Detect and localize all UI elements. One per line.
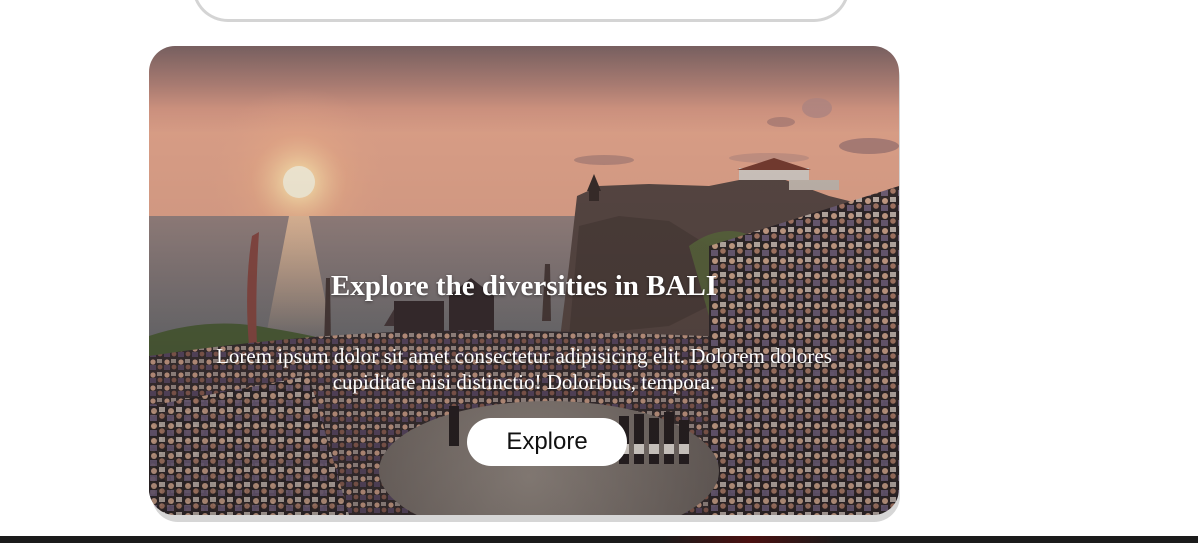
previous-card [192,0,850,22]
bottom-bar [0,536,1198,543]
page: Explore the diversities in BALI Lorem ip… [0,0,1198,543]
explore-button[interactable]: Explore [467,418,627,466]
hero-card: Explore the diversities in BALI Lorem ip… [149,46,899,515]
hero-content: Explore the diversities in BALI Lorem ip… [149,46,899,515]
hero-description: Lorem ipsum dolor sit amet consectetur a… [216,344,832,394]
hero-title: Explore the diversities in BALI [330,270,718,302]
bottom-bar-accent [660,536,840,543]
